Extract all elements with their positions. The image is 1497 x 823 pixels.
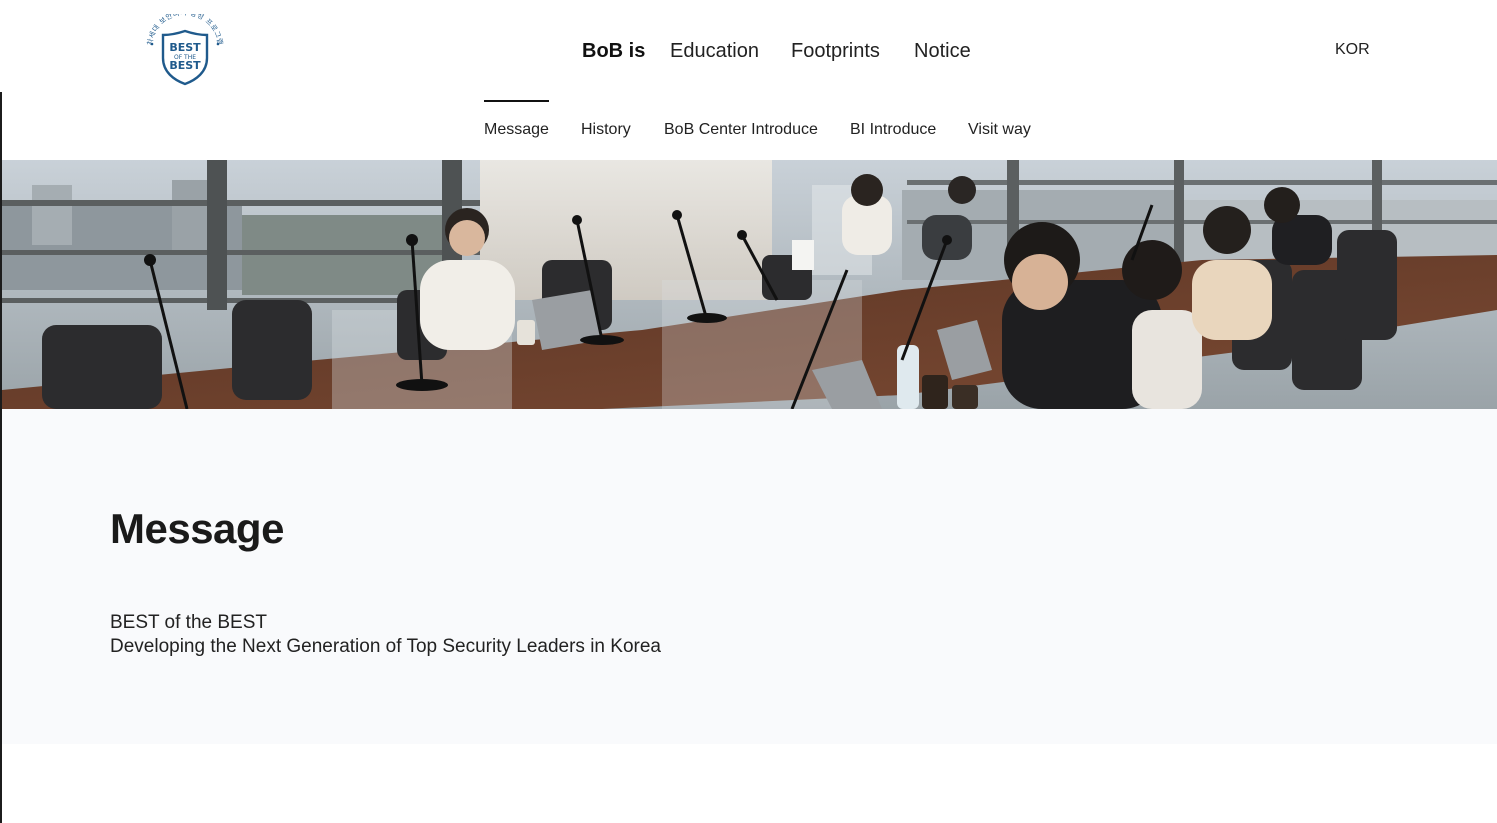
subnav-visit-way[interactable]: Visit way bbox=[968, 120, 1031, 140]
subnav-message[interactable]: Message bbox=[484, 120, 549, 140]
nav-notice[interactable]: Notice bbox=[914, 36, 971, 66]
subnav-bi-introduce[interactable]: BI Introduce bbox=[850, 120, 936, 140]
hero-image bbox=[2, 160, 1497, 409]
subnav-history[interactable]: History bbox=[581, 120, 631, 140]
page-title: Message bbox=[110, 505, 284, 552]
sub-nav: Message History BoB Center Introduce BI … bbox=[0, 100, 1497, 160]
message-subheadline: Developing the Next Generation of Top Se… bbox=[110, 636, 661, 657]
nav-education[interactable]: Education bbox=[670, 36, 759, 66]
message-headline: BEST of the BEST bbox=[110, 612, 268, 633]
message-section: Message BEST of the BEST Developing the … bbox=[2, 409, 1497, 744]
main-nav: BoB is Education Footprints Notice bbox=[0, 36, 1497, 66]
language-toggle[interactable]: KOR bbox=[1335, 40, 1370, 60]
nav-bob-is[interactable]: BoB is bbox=[582, 36, 645, 66]
nav-footprints[interactable]: Footprints bbox=[791, 36, 880, 66]
subnav-bob-center-introduce[interactable]: BoB Center Introduce bbox=[664, 120, 818, 140]
active-tab-indicator bbox=[484, 100, 549, 102]
